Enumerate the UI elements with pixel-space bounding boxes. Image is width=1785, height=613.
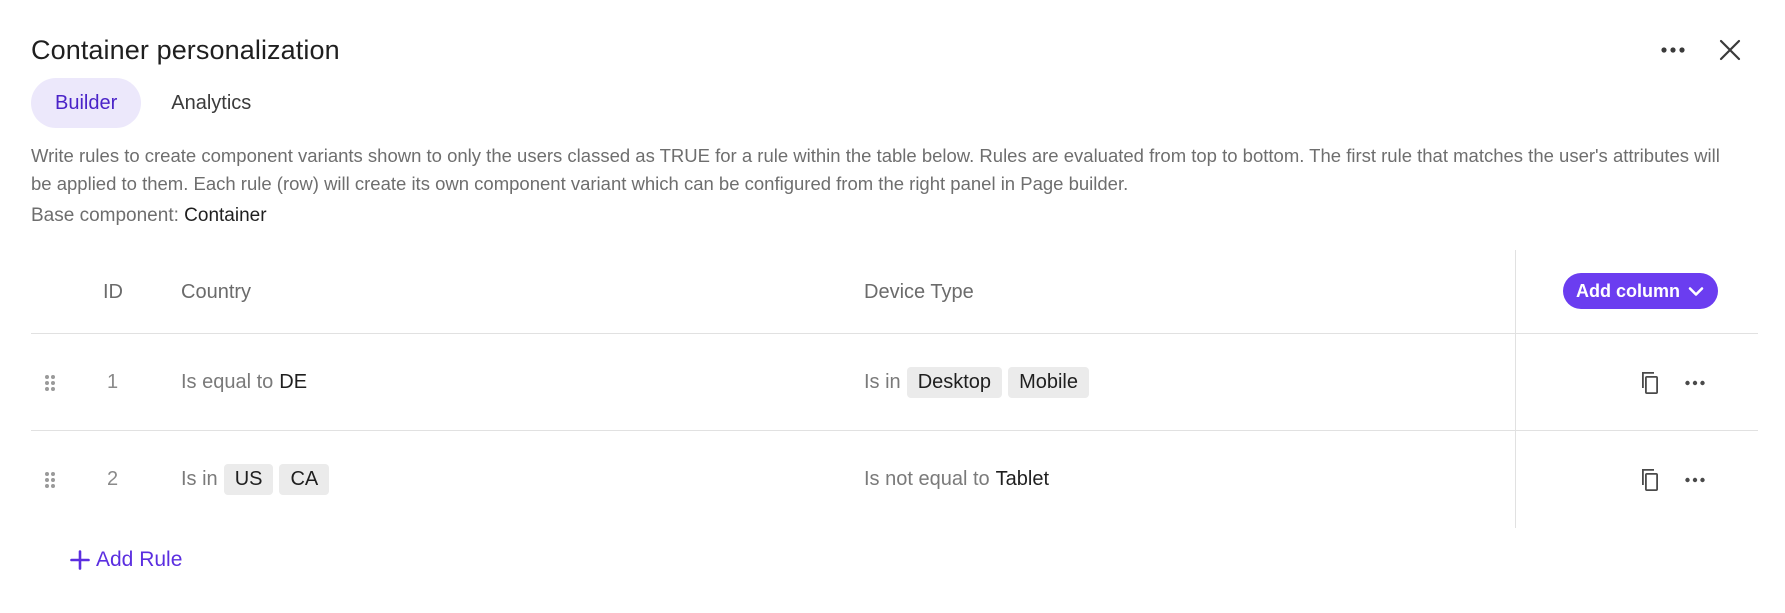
column-header-country[interactable]: Country: [181, 250, 251, 334]
column-header-device-type[interactable]: Device Type: [864, 250, 974, 334]
table-row: 1 Is equal to DE Is in Desktop Mobile: [31, 334, 1758, 431]
copy-icon: [1642, 469, 1658, 492]
add-column-button[interactable]: Add column: [1563, 273, 1718, 309]
drag-handle-icon: [45, 471, 55, 488]
table-row: 2 Is in US CA Is not equal to Tablet: [31, 431, 1758, 528]
description-text: Write rules to create component variants…: [31, 145, 1720, 194]
condition-value: Tablet: [995, 468, 1050, 490]
copy-icon: [1642, 372, 1658, 395]
condition-operator: Is in: [181, 468, 218, 490]
condition-operator: Is not equal to: [864, 468, 990, 490]
tab-analytics[interactable]: Analytics: [147, 78, 275, 128]
drag-handle-icon: [45, 374, 55, 391]
close-button[interactable]: [1719, 39, 1741, 61]
rule-id: 1: [107, 371, 119, 393]
base-component-label: Base component:: [31, 205, 179, 226]
condition-operator: Is in: [864, 371, 901, 393]
condition-operator: Is equal to: [181, 371, 274, 393]
rule-id: 2: [107, 468, 119, 490]
chevron-down-icon: [1688, 286, 1704, 296]
condition-value: DE: [279, 371, 308, 393]
add-column-label: Add column: [1576, 280, 1680, 301]
column-header-id: ID: [103, 280, 123, 303]
duplicate-rule-button[interactable]: [1637, 467, 1659, 492]
add-rule-button[interactable]: Add Rule: [70, 548, 182, 572]
personalization-panel: Container personalization Builder Analyt…: [0, 0, 1785, 613]
rules-table: ID Country Device Type Add column 1 Is e: [31, 250, 1758, 528]
device-condition-cell[interactable]: Is in Desktop Mobile: [864, 334, 1095, 431]
more-horizontal-icon: [1661, 47, 1685, 53]
base-component-value: Container: [184, 205, 267, 226]
drag-handle[interactable]: [44, 431, 56, 528]
tab-bar: Builder Analytics: [31, 78, 275, 128]
duplicate-rule-button[interactable]: [1637, 370, 1659, 395]
page-title: Container personalization: [31, 34, 340, 65]
header-actions: [1661, 39, 1741, 61]
country-condition-cell[interactable]: Is equal to DE: [181, 334, 307, 431]
value-chip: CA: [279, 464, 330, 495]
device-condition-cell[interactable]: Is not equal to Tablet: [864, 431, 1049, 528]
row-more-options-button[interactable]: [1685, 477, 1705, 483]
table-header: ID Country Device Type Add column: [31, 250, 1758, 334]
plus-icon: [70, 550, 90, 570]
row-actions: [1637, 431, 1705, 528]
close-icon: [1719, 39, 1741, 61]
value-chip: Desktop: [906, 367, 1003, 398]
country-condition-cell[interactable]: Is in US CA: [181, 431, 335, 528]
row-actions: [1637, 334, 1705, 431]
more-options-button[interactable]: [1661, 46, 1685, 54]
panel-header: Container personalization: [31, 30, 1745, 70]
value-chip: US: [223, 464, 274, 495]
tab-builder[interactable]: Builder: [31, 78, 142, 128]
more-horizontal-icon: [1685, 477, 1705, 482]
row-more-options-button[interactable]: [1685, 380, 1705, 386]
base-component-info: Base component: Container: [31, 205, 267, 227]
add-rule-label: Add Rule: [96, 548, 183, 571]
more-horizontal-icon: [1685, 380, 1705, 385]
value-chip: Mobile: [1008, 367, 1089, 398]
drag-handle[interactable]: [44, 334, 56, 431]
